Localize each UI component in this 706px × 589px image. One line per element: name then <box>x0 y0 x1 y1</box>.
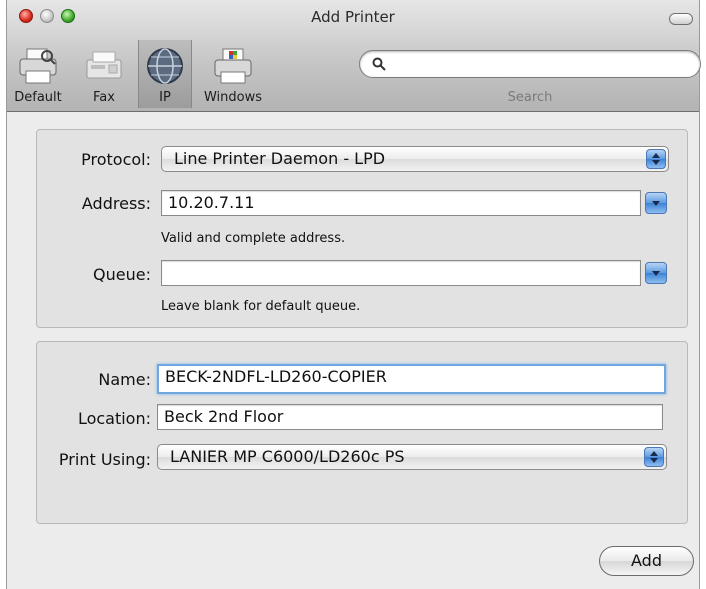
queue-dropdown-button[interactable] <box>645 262 667 284</box>
toolbar-item-default[interactable]: Default <box>7 40 69 108</box>
printer-details-group: Name: BECK-2NDFL-LD260-COPIER Location: … <box>36 341 688 524</box>
address-label: Address: <box>81 194 151 213</box>
fax-icon <box>86 51 122 79</box>
add-button[interactable]: Add <box>599 546 694 576</box>
name-label: Name: <box>98 370 151 389</box>
queue-hint: Leave blank for default queue. <box>161 299 361 314</box>
print-using-value: LANIER MP C6000/LD260c PS <box>170 447 405 466</box>
windows-printer-icon <box>214 48 252 84</box>
print-using-select[interactable]: LANIER MP C6000/LD260c PS <box>157 444 667 470</box>
toolbar-item-label: IP <box>159 90 171 105</box>
search-input[interactable] <box>359 50 701 78</box>
printer-default-icon <box>19 48 57 84</box>
search-icon <box>372 57 386 71</box>
address-dropdown-button[interactable] <box>645 192 667 214</box>
protocol-select[interactable]: Line Printer Daemon - LPD <box>161 146 669 172</box>
toolbar-item-ip[interactable]: IP <box>138 40 192 108</box>
toolbar-item-fax[interactable]: Fax <box>79 40 129 108</box>
name-field[interactable]: BECK-2NDFL-LD260-COPIER <box>157 364 666 394</box>
address-hint: Valid and complete address. <box>161 231 346 246</box>
add-printer-window: Add Printer Default Fax IP Windows Searc… <box>6 0 701 589</box>
toolbar-item-label: Fax <box>93 90 115 105</box>
protocol-value: Line Printer Daemon - LPD <box>174 149 386 168</box>
protocol-label: Protocol: <box>81 150 151 169</box>
search-label: Search <box>507 90 553 105</box>
toolbar-item-windows[interactable]: Windows <box>197 40 269 108</box>
toolbar-item-label: Default <box>14 90 62 105</box>
queue-label: Queue: <box>93 265 151 284</box>
ip-globe-icon <box>147 48 183 84</box>
location-field[interactable]: Beck 2nd Floor <box>157 404 663 430</box>
print-using-label: Print Using: <box>58 450 151 469</box>
chevron-down-icon <box>652 271 660 276</box>
window-title: Add Printer <box>311 8 395 26</box>
updown-arrows-icon <box>646 149 666 169</box>
chevron-down-icon <box>652 201 660 206</box>
toolbar-toggle-button[interactable] <box>669 13 693 25</box>
toolbar-item-label: Windows <box>203 90 263 105</box>
queue-field[interactable] <box>161 260 641 286</box>
toolbar: Add Printer Default Fax IP Windows Searc… <box>7 0 701 112</box>
updown-arrows-icon <box>644 447 664 467</box>
address-field[interactable]: 10.20.7.11 <box>161 190 641 216</box>
location-label: Location: <box>77 409 151 428</box>
connection-group: Protocol: Line Printer Daemon - LPD Addr… <box>36 129 688 328</box>
